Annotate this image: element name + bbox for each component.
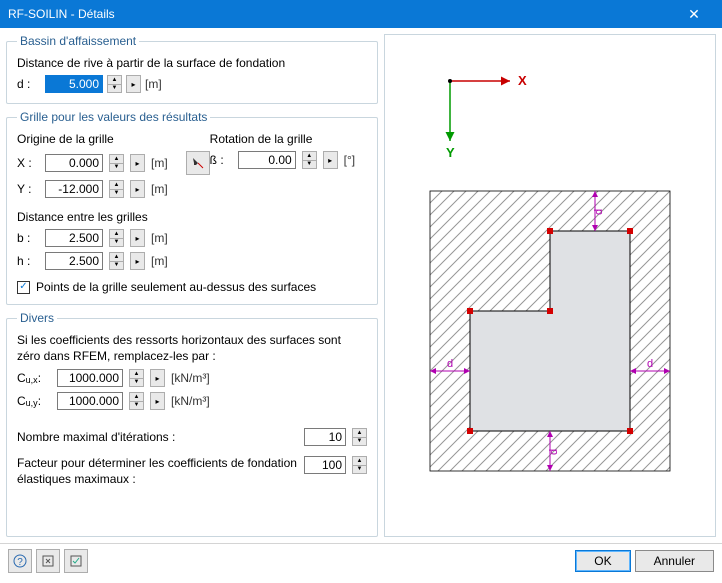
- h-unit: [m]: [151, 254, 168, 268]
- x-label: X :: [17, 156, 39, 170]
- d-input[interactable]: [45, 75, 103, 93]
- cuy-label: Cu,y:: [17, 394, 51, 408]
- dim-bottom-label: d: [548, 448, 560, 454]
- content: Bassin d'affaissement Distance de rive à…: [0, 28, 722, 543]
- h-label: h :: [17, 254, 39, 268]
- d-dropdown[interactable]: ▸: [126, 75, 141, 93]
- divers-legend: Divers: [17, 311, 57, 325]
- grid-legend: Grille pour les valeurs des résultats: [17, 110, 210, 124]
- b-unit: [m]: [151, 231, 168, 245]
- pick-icon[interactable]: [186, 151, 210, 175]
- d-unit: [m]: [145, 77, 162, 91]
- factor-label: Facteur pour déterminer les coefficients…: [17, 456, 298, 487]
- group-bassin: Bassin d'affaissement Distance de rive à…: [6, 34, 378, 104]
- h-input[interactable]: [45, 252, 103, 270]
- x-dropdown[interactable]: ▸: [130, 154, 145, 172]
- beta-spinner[interactable]: ▲▼: [302, 151, 317, 169]
- help-icon[interactable]: ?: [8, 549, 32, 573]
- y-spinner[interactable]: ▲▼: [109, 180, 124, 198]
- dim-top-label: d: [593, 208, 605, 214]
- horiz-text: Si les coefficients des ressorts horizon…: [17, 333, 367, 364]
- beta-unit: [°]: [344, 153, 355, 167]
- cux-label: Cu,x:: [17, 371, 51, 385]
- bassin-legend: Bassin d'affaissement: [17, 34, 139, 48]
- b-spinner[interactable]: ▲▼: [109, 229, 124, 247]
- b-dropdown[interactable]: ▸: [130, 229, 145, 247]
- grid-checkbox[interactable]: ✓: [17, 281, 30, 294]
- preview-svg: X Y d: [390, 41, 710, 531]
- left-panel: Bassin d'affaissement Distance de rive à…: [6, 34, 378, 537]
- rotation-label: Rotation de la grille: [210, 132, 367, 146]
- titlebar: RF-SOILIN - Détails ✕: [0, 0, 722, 28]
- cux-dropdown[interactable]: ▸: [150, 369, 165, 387]
- h-dropdown[interactable]: ▸: [130, 252, 145, 270]
- ok-button[interactable]: OK: [575, 550, 630, 572]
- axis-origin: [448, 79, 452, 83]
- x-spinner[interactable]: ▲▼: [109, 154, 124, 172]
- y-input[interactable]: [45, 180, 103, 198]
- close-button[interactable]: ✕: [674, 0, 714, 28]
- group-divers: Divers Si les coefficients des ressorts …: [6, 311, 378, 537]
- window-title: RF-SOILIN - Détails: [8, 7, 674, 21]
- b-input[interactable]: [45, 229, 103, 247]
- origin-label: Origine de la grille: [17, 132, 210, 146]
- cuy-spinner[interactable]: ▲▼: [129, 392, 144, 410]
- footer: ? OK Annuler: [0, 543, 722, 577]
- y-unit: [m]: [151, 182, 168, 196]
- y-dropdown[interactable]: ▸: [130, 180, 145, 198]
- beta-label: ß :: [210, 153, 232, 167]
- y-label: Y :: [17, 182, 39, 196]
- cancel-button[interactable]: Annuler: [635, 550, 714, 572]
- b-label: b :: [17, 231, 39, 245]
- cuy-input[interactable]: [57, 392, 123, 410]
- cuy-dropdown[interactable]: ▸: [150, 392, 165, 410]
- x-unit: [m]: [151, 156, 168, 170]
- defaults-icon[interactable]: [36, 549, 60, 573]
- d-label: d :: [17, 77, 39, 91]
- factor-spinner[interactable]: ▲▼: [352, 456, 367, 474]
- x-input[interactable]: [45, 154, 103, 172]
- iter-label: Nombre maximal d'itérations :: [17, 430, 298, 444]
- axis-y-label: Y: [446, 145, 455, 160]
- dist-label: Distance entre les grilles: [17, 210, 367, 224]
- beta-dropdown[interactable]: ▸: [323, 151, 338, 169]
- dim-left-label: d: [447, 358, 453, 370]
- beta-input[interactable]: [238, 151, 296, 169]
- d-spinner[interactable]: ▲▼: [107, 75, 122, 93]
- factor-input[interactable]: [304, 456, 346, 474]
- group-grid: Grille pour les valeurs des résultats Or…: [6, 110, 378, 305]
- bassin-line1: Distance de rive à partir de la surface …: [17, 56, 367, 70]
- axis-x-label: X: [518, 73, 527, 88]
- set-default-icon[interactable]: [64, 549, 88, 573]
- preview-panel: X Y d: [384, 34, 716, 537]
- cux-input[interactable]: [57, 369, 123, 387]
- dim-right-label: d: [647, 358, 653, 370]
- cux-spinner[interactable]: ▲▼: [129, 369, 144, 387]
- cux-unit: [kN/m³]: [171, 371, 210, 385]
- h-spinner[interactable]: ▲▼: [109, 252, 124, 270]
- cuy-unit: [kN/m³]: [171, 394, 210, 408]
- iter-spinner[interactable]: ▲▼: [352, 428, 367, 446]
- grid-check-label: Points de la grille seulement au-dessus …: [36, 280, 316, 294]
- iter-input[interactable]: [304, 428, 346, 446]
- svg-text:?: ?: [17, 557, 23, 568]
